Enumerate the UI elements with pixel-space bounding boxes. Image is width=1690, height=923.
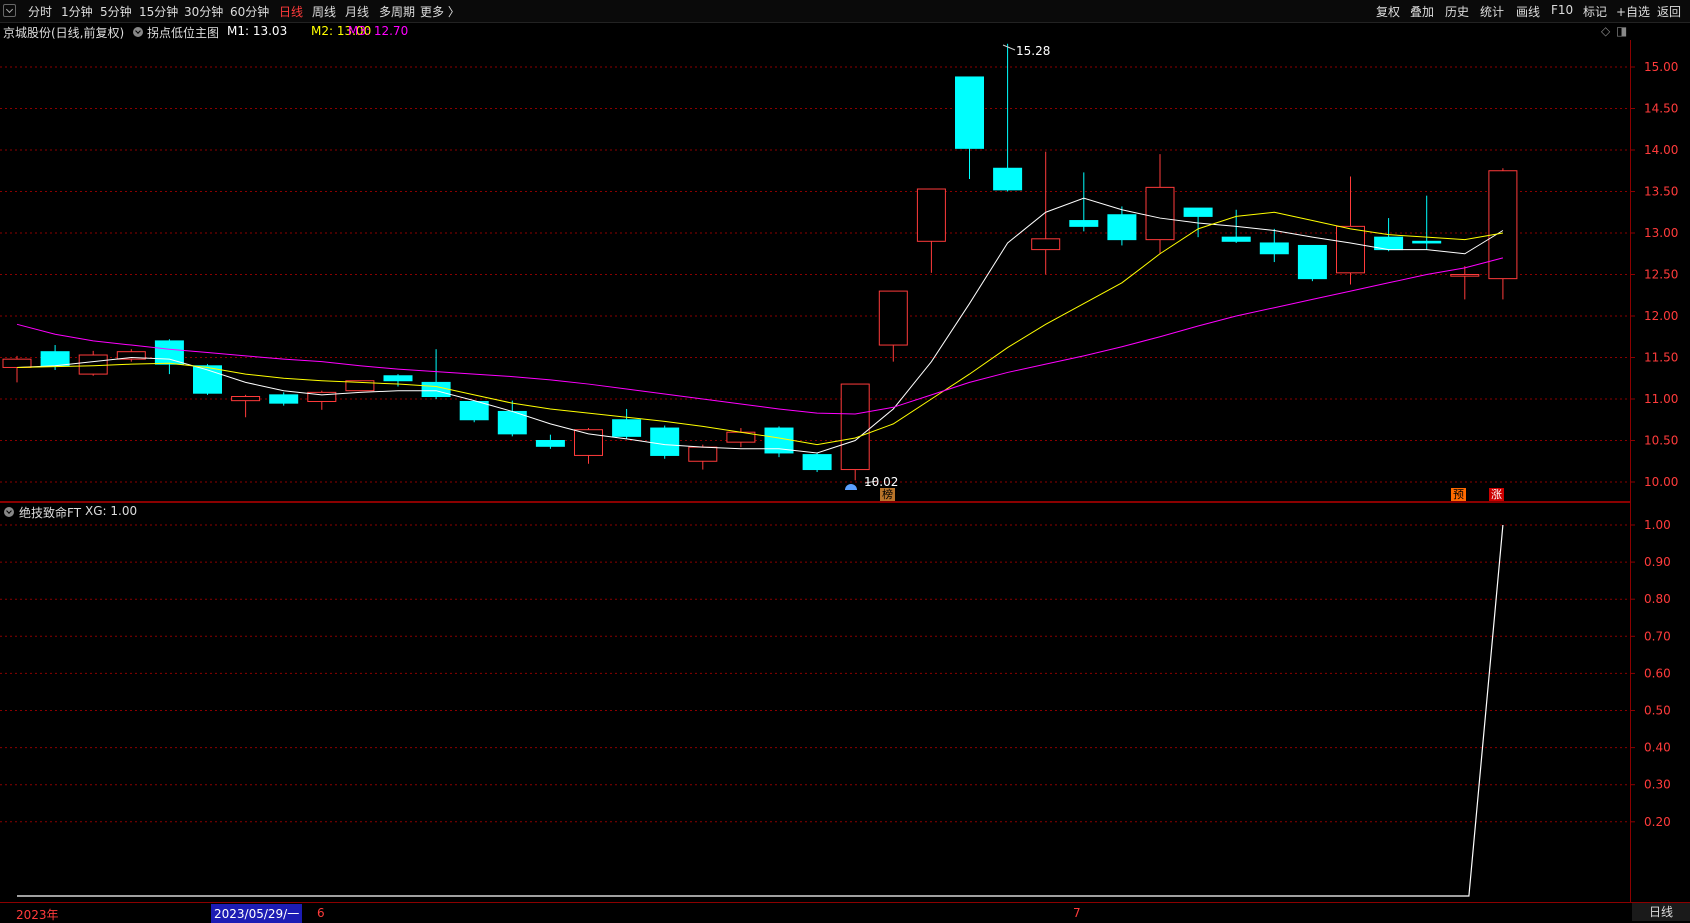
price-tick-label: 12.00 (1644, 309, 1678, 323)
candle-body (650, 427, 680, 456)
sub-tick-label: 0.40 (1644, 741, 1671, 755)
candle-body (1031, 238, 1061, 251)
price-tick-label: 13.00 (1644, 226, 1678, 240)
kline-chart[interactable]: 15.00 14.50 14.00 13.50 13.00 12.50 12.00 11.50… (0, 0, 1690, 902)
candle-body (2, 358, 32, 368)
sub-tick-label: 1.00 (1644, 518, 1671, 532)
sub-tick-label: 0.80 (1644, 592, 1671, 606)
sub-indicator-dropdown-icon[interactable] (4, 507, 14, 517)
price-tick-label: 11.00 (1644, 392, 1678, 406)
year-label: 2023年 (16, 908, 59, 922)
right-axis-line (1630, 40, 1631, 902)
limit-up-badge[interactable]: 涨 (1489, 488, 1504, 502)
forecast-badge[interactable]: 预 (1451, 488, 1466, 502)
candle-body (688, 446, 718, 462)
price-tick-label: 14.50 (1644, 102, 1678, 116)
price-tick-label: 10.50 (1644, 434, 1678, 448)
low-label: 10.02 (864, 475, 898, 489)
sub-indicator-name[interactable]: 绝技致命FT (19, 504, 81, 521)
main-grid (0, 66, 1630, 483)
candle-body (1145, 186, 1175, 241)
candle-body (383, 375, 413, 382)
ma-line-m3 (16, 257, 1504, 415)
candle-body (1488, 170, 1518, 280)
price-tick-label: 12.50 (1644, 268, 1678, 282)
candle-body (916, 188, 946, 242)
candle-body (612, 419, 642, 437)
month-7-label: 7 (1073, 906, 1081, 920)
month-6-label: 6 (317, 906, 325, 920)
buy-signal-icon (845, 484, 857, 490)
price-tick-label: 10.00 (1644, 475, 1678, 489)
candle-body (269, 394, 299, 404)
candle-body (840, 383, 870, 471)
date-bar: 2023年 2023/05/29/一 6 7 日线 (0, 902, 1690, 923)
candle-body (1297, 244, 1327, 280)
sub-grid (0, 524, 1630, 823)
period-indicator[interactable]: 日线 (1632, 903, 1690, 921)
sub-tick-label: 0.30 (1644, 778, 1671, 792)
candle-body (878, 290, 908, 346)
xg-value: XG: 1.00 (85, 504, 138, 518)
ma-line-m1 (16, 197, 1504, 454)
candle-body (1336, 225, 1365, 274)
cursor-date: 2023/05/29/一 (211, 904, 303, 923)
candle-body (1107, 214, 1137, 241)
candle-body (40, 351, 70, 367)
price-tick-label: 13.50 (1644, 185, 1678, 199)
sub-tick-label: 0.50 (1644, 704, 1671, 718)
sub-chart-header: 绝技致命FT XG: 1.00 (0, 503, 400, 521)
candle-body (459, 400, 489, 421)
candle-body (421, 381, 451, 398)
price-tick-label: 15.00 (1644, 60, 1678, 74)
candle-body (231, 396, 261, 402)
price-tick-label: 11.50 (1644, 351, 1678, 365)
candle-body (78, 354, 108, 375)
candle-body (1259, 242, 1289, 255)
axis-ticks: 15.00 14.50 14.00 13.50 13.00 12.50 12.00 11.50… (1630, 60, 1678, 829)
candle-body (802, 454, 832, 471)
price-tick-label: 14.00 (1644, 143, 1678, 157)
candle-body (1183, 207, 1213, 217)
candle-body (1450, 274, 1480, 277)
candle-body (1412, 240, 1442, 244)
candle-body (955, 76, 984, 149)
sub-tick-label: 0.70 (1644, 629, 1671, 643)
candle-body (1069, 220, 1099, 227)
rank-badge[interactable]: 榜 (880, 488, 895, 502)
sub-tick-label: 0.20 (1644, 815, 1671, 829)
ma-lines (16, 197, 1504, 454)
candle-body (154, 340, 184, 365)
sub-tick-label: 0.90 (1644, 555, 1671, 569)
sub-tick-label: 0.60 (1644, 666, 1671, 680)
high-label: 15.28 (1016, 44, 1050, 58)
candle-body (535, 440, 565, 447)
candle-body (1221, 236, 1251, 242)
candles (2, 43, 1518, 481)
high-pointer (1002, 44, 1016, 51)
candle-body (993, 167, 1023, 191)
